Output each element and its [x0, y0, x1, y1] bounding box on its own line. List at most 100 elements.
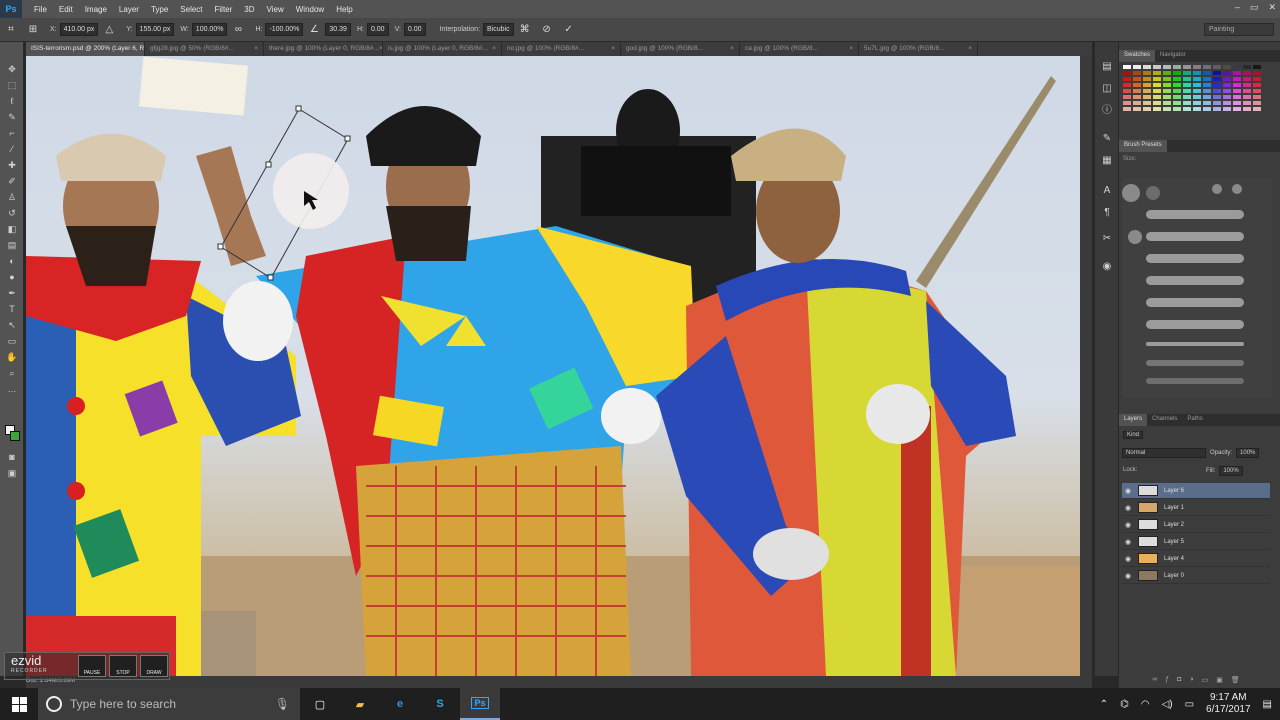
vskew-input[interactable]: 0.00 — [403, 23, 426, 36]
doc-tab-active[interactable]: ISIS-terrorism.psd @ 200% (Layer 6, RGB/… — [26, 42, 145, 56]
tab-layers[interactable]: Layers — [1119, 414, 1148, 426]
zoom-tool-icon[interactable]: ⌕ — [4, 366, 20, 380]
brush-tool-icon[interactable]: ✐ — [4, 174, 20, 188]
doc-tab[interactable]: is.jpg @ 100% (Layer 0, RGB/8#... × — [383, 42, 502, 56]
height-input[interactable]: -100.00% — [265, 23, 304, 36]
3d-panel-icon[interactable]: ◉ — [1100, 260, 1114, 274]
doc-tab[interactable]: no.jpg @ 100% (RGB/8#... × — [502, 42, 621, 56]
brush-stroke-preview[interactable] — [1146, 320, 1244, 329]
close-icon[interactable]: × — [968, 45, 972, 53]
notifications-icon[interactable]: ▤ — [1263, 699, 1272, 710]
swatch-cell[interactable] — [1232, 106, 1242, 112]
skype-icon[interactable]: S — [420, 688, 460, 720]
y-input[interactable]: 155.00 px — [135, 23, 175, 36]
layer-row[interactable]: ◉ Layer 1 — [1122, 500, 1270, 516]
menu-select[interactable]: Select — [174, 5, 208, 14]
link-layers-icon[interactable]: ∞ — [1152, 676, 1157, 686]
fill-input[interactable]: 100% — [1219, 466, 1243, 476]
brush-stroke-preview[interactable] — [1146, 232, 1244, 241]
tab-channels[interactable]: Channels — [1147, 414, 1182, 426]
blur-tool-icon[interactable]: ◐ — [4, 254, 20, 268]
swatch-cell[interactable] — [1152, 106, 1162, 112]
photoshop-taskbar-icon[interactable]: Ps — [460, 688, 500, 720]
menu-image[interactable]: Image — [79, 5, 113, 14]
blend-mode-select[interactable]: Normal — [1122, 448, 1206, 458]
hskew-input[interactable]: 0.00 — [366, 23, 389, 36]
workspace-select[interactable]: Painting — [1204, 23, 1274, 36]
menu-file[interactable]: File — [28, 5, 53, 14]
swatch-cell[interactable] — [1132, 106, 1142, 112]
brush-stroke-preview[interactable] — [1146, 210, 1244, 219]
layer-kind-filter[interactable]: Kind — [1123, 431, 1163, 440]
menu-window[interactable]: Window — [290, 5, 330, 14]
tab-paths[interactable]: Paths — [1182, 414, 1207, 426]
brush-preset-small[interactable] — [1232, 184, 1242, 194]
eye-icon[interactable]: ◉ — [1122, 487, 1134, 495]
stamp-tool-icon[interactable]: ♙ — [4, 190, 20, 204]
network-icon[interactable]: ⌬ — [1120, 699, 1129, 710]
width-input[interactable]: 100.00% — [191, 23, 228, 36]
vertical-scrollbar[interactable] — [1080, 56, 1092, 676]
tab-navigator[interactable]: Navigator — [1155, 50, 1191, 62]
relative-position-icon[interactable]: △ — [102, 23, 116, 37]
start-button[interactable] — [0, 688, 38, 720]
close-button[interactable]: ✕ — [1268, 2, 1276, 13]
doc-tab[interactable]: there.jpg @ 100% (Layer 0, RGB/8#... × — [264, 42, 383, 56]
brush-preset-small[interactable] — [1212, 184, 1222, 194]
gradient-tool-icon[interactable]: ▤ — [4, 238, 20, 252]
kind-select[interactable]: Kind — [1123, 431, 1144, 439]
add-mask-icon[interactable]: ◘ — [1177, 676, 1181, 686]
swatch-cell[interactable] — [1182, 106, 1192, 112]
reference-point-icon[interactable]: ⊞ — [26, 23, 40, 37]
delete-layer-icon[interactable]: 🗑 — [1231, 676, 1240, 686]
move-tool-icon[interactable]: ✥ — [4, 62, 20, 76]
type-tool-icon[interactable]: T — [4, 302, 20, 316]
history-brush-tool-icon[interactable]: ↺ — [4, 206, 20, 220]
quick-mask-icon[interactable]: ◙ — [4, 450, 20, 464]
lasso-tool-icon[interactable]: ℓ — [4, 94, 20, 108]
tool-presets-icon[interactable]: ✂ — [1100, 232, 1114, 246]
edge-icon[interactable]: e — [380, 688, 420, 720]
swatch-cell[interactable] — [1212, 106, 1222, 112]
edit-toolbar-icon[interactable]: … — [4, 382, 20, 396]
layer-row[interactable]: ◉ Layer 6 — [1122, 483, 1270, 499]
brush-stroke-preview[interactable] — [1146, 298, 1244, 307]
swatch-cell[interactable] — [1202, 106, 1212, 112]
menu-layer[interactable]: Layer — [113, 5, 145, 14]
eye-icon[interactable]: ◉ — [1122, 538, 1134, 546]
eye-icon[interactable]: ◉ — [1122, 555, 1134, 563]
brush-panel-icon[interactable]: ✎ — [1100, 132, 1114, 146]
taskbar-search[interactable]: Type here to search 🎙 — [38, 688, 300, 720]
eye-icon[interactable]: ◉ — [1122, 504, 1134, 512]
brush-presets-list[interactable] — [1122, 178, 1272, 398]
stop-button[interactable]: STOP — [109, 655, 137, 677]
history-panel-icon[interactable]: ▤ — [1100, 60, 1114, 74]
layer-row[interactable]: ◉ Layer 4 — [1122, 551, 1270, 567]
minimize-button[interactable]: – — [1235, 2, 1240, 13]
menu-edit[interactable]: Edit — [53, 5, 79, 14]
clone-source-icon[interactable]: ▦ — [1100, 154, 1114, 168]
keyboard-icon[interactable]: ▭ — [1185, 699, 1194, 710]
angle-input[interactable]: 30.39 — [325, 23, 351, 36]
interpolation-select[interactable]: Bicubic — [483, 23, 514, 36]
brush-preset-round[interactable] — [1128, 230, 1142, 244]
eyedropper-tool-icon[interactable]: ⁄ — [4, 142, 20, 156]
hand-tool-icon[interactable]: ✋ — [4, 350, 20, 364]
layer-row[interactable]: ◉ Layer 5 — [1122, 534, 1270, 550]
x-input[interactable]: 410.00 px — [59, 23, 99, 36]
brush-stroke-preview[interactable] — [1146, 360, 1244, 366]
close-icon[interactable]: × — [611, 45, 615, 53]
swatch-cell[interactable] — [1172, 106, 1182, 112]
draw-button[interactable]: DRAW — [140, 655, 168, 677]
menu-type[interactable]: Type — [145, 5, 174, 14]
layer-row[interactable]: ◉ Layer 0 — [1122, 568, 1270, 584]
swatch-cell[interactable] — [1122, 106, 1132, 112]
brush-preset-round[interactable] — [1122, 184, 1140, 202]
new-layer-icon[interactable]: ▣ — [1216, 676, 1223, 686]
swatches-grid[interactable] — [1122, 64, 1264, 124]
swatch-cell[interactable] — [1222, 106, 1232, 112]
close-icon[interactable]: × — [730, 45, 734, 53]
dodge-tool-icon[interactable]: ● — [4, 270, 20, 284]
brush-stroke-preview[interactable] — [1146, 378, 1244, 384]
swatch-cell[interactable] — [1192, 106, 1202, 112]
